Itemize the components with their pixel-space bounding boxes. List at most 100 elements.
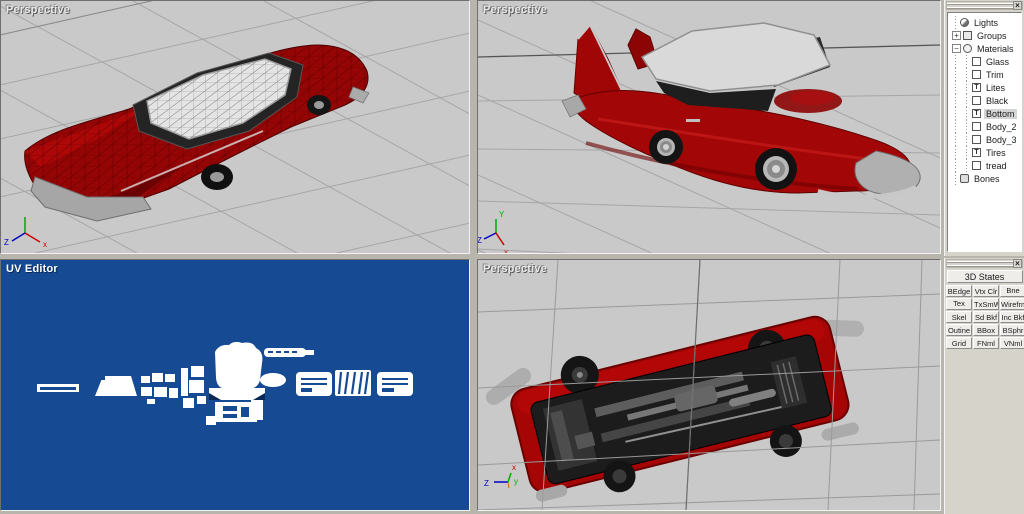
axis-gizmo: Z x xyxy=(4,217,47,249)
tree-guide xyxy=(966,81,967,94)
bones-icon xyxy=(960,174,969,183)
tree-guide xyxy=(966,68,967,81)
bsphr-button[interactable]: BSphr xyxy=(1000,324,1024,336)
close-icon[interactable]: × xyxy=(1013,259,1022,268)
viewport-label: Perspective xyxy=(483,263,547,275)
tree-guide xyxy=(955,120,956,133)
material-icon xyxy=(963,44,972,53)
skel-button[interactable]: Skel xyxy=(946,311,972,323)
viewport-label: Perspective xyxy=(483,4,547,16)
txsmwi-button[interactable]: TxSmWi xyxy=(973,298,999,310)
tree-item-black[interactable]: Black xyxy=(952,94,1021,107)
tree-guide xyxy=(966,94,967,107)
tree-item-label: Bones xyxy=(972,174,1002,184)
bbox-button[interactable]: BBox xyxy=(973,324,999,336)
tree-item-trim[interactable]: Trim xyxy=(952,68,1021,81)
axis-y-label: y xyxy=(514,477,518,486)
car-model-wireframe xyxy=(1,1,469,253)
viewport-perspective-front[interactable]: Y Z x Perspective xyxy=(477,0,941,254)
tree-guide xyxy=(966,133,967,146)
tree-item-label: Lights xyxy=(972,18,1000,28)
tree-item-glass[interactable]: Glass xyxy=(952,55,1021,68)
axis-z-label: Z xyxy=(484,479,489,488)
tree-guide xyxy=(955,68,956,81)
tree-item-label: Black xyxy=(984,96,1010,106)
panel-grip[interactable]: × xyxy=(946,1,1023,10)
states-panel: × 3D States BEdge Vtx Clr Bne Clr Tex Sm… xyxy=(944,258,1024,514)
material-swatch-icon xyxy=(972,70,981,79)
viewport-perspective-bottom[interactable]: x y Z Perspective xyxy=(477,259,941,511)
tree-guide xyxy=(966,159,967,172)
tree-item-tires[interactable]: TTires xyxy=(952,146,1021,159)
viewport-canvas: x y Z xyxy=(478,260,940,510)
states-title-button[interactable]: 3D States xyxy=(947,270,1023,283)
tree-item-label: Bottom xyxy=(984,109,1017,119)
viewport-label: UV Editor xyxy=(6,263,58,275)
scene-tree: Lights +Groups −Materials Glass Trim TLi… xyxy=(947,12,1022,252)
tree-item-label: Body_2 xyxy=(984,122,1019,132)
close-icon[interactable]: × xyxy=(1013,1,1022,10)
bne-clr-button[interactable]: Bne Clr xyxy=(1000,285,1024,297)
tree-item-label: Trim xyxy=(984,70,1006,80)
tree-item-groups[interactable]: +Groups xyxy=(952,29,1021,42)
side-panels: × Lights +Groups − Materials Glass Trim T… xyxy=(944,0,1024,514)
tree-item-lites[interactable]: TLites xyxy=(952,81,1021,94)
wireframe-button[interactable]: Wirefrme xyxy=(1000,298,1024,310)
tex-sm-button[interactable]: Tex Sm xyxy=(946,298,972,310)
outline-button[interactable]: Outine xyxy=(946,324,972,336)
sd-bkf-button[interactable]: Sd Bkf xyxy=(973,311,999,323)
vnml-button[interactable]: VNml xyxy=(1000,337,1024,349)
tree-guide xyxy=(955,133,956,146)
uv-editor-viewport[interactable]: UV Editor xyxy=(0,259,470,511)
axis-x-label: x xyxy=(43,240,47,249)
states-button-grid: BEdge Vtx Clr Bne Clr Tex Sm TxSmWi Wire… xyxy=(945,284,1024,349)
tree-guide xyxy=(966,107,967,120)
expand-icon[interactable]: + xyxy=(952,31,961,40)
tree-guide xyxy=(955,107,956,120)
vtx-clr-button[interactable]: Vtx Clr xyxy=(973,285,999,297)
viewport-canvas: Y Z x xyxy=(478,1,940,253)
tree-item-materials[interactable]: − Materials xyxy=(952,42,1021,55)
tree-item-body-2[interactable]: Body_2 xyxy=(952,120,1021,133)
tree-item-label: tread xyxy=(984,161,1009,171)
car-model-shaded xyxy=(562,23,920,197)
tree-item-tread[interactable]: tread xyxy=(952,159,1021,172)
tree-guide xyxy=(955,16,956,29)
tree-item-label: Glass xyxy=(984,57,1011,67)
tree-guide xyxy=(966,120,967,133)
axis-y-label: Y xyxy=(499,210,505,219)
axis-x-label: x xyxy=(512,463,516,472)
material-swatch-icon: T xyxy=(972,109,981,118)
tree-item-label: Lites xyxy=(984,83,1007,93)
tree-item-label: Materials xyxy=(975,44,1016,54)
bedge-button[interactable]: BEdge xyxy=(946,285,972,297)
viewport-canvas: Z x xyxy=(1,1,469,253)
axis-gizmo: Y Z x xyxy=(478,210,508,253)
fnml-button[interactable]: FNml xyxy=(973,337,999,349)
tree-guide xyxy=(955,94,956,107)
inc-bkf-button[interactable]: Inc Bkf xyxy=(1000,311,1024,323)
material-swatch-icon xyxy=(972,135,981,144)
grid-button[interactable]: Grid xyxy=(946,337,972,349)
material-swatch-icon xyxy=(972,96,981,105)
panel-grip[interactable]: × xyxy=(946,259,1023,268)
tree-guide xyxy=(955,146,956,159)
tree-guide xyxy=(955,159,956,172)
tree-item-label: Body_3 xyxy=(984,135,1019,145)
axis-gizmo: x y Z xyxy=(484,463,518,488)
uv-canvas xyxy=(1,260,469,510)
axis-z-label: Z xyxy=(4,238,9,247)
tree-item-lights[interactable]: Lights xyxy=(952,16,1021,29)
tree-guide xyxy=(955,81,956,94)
material-swatch-icon: T xyxy=(972,83,981,92)
viewport-perspective-rear[interactable]: Z x Perspective xyxy=(0,0,470,254)
tree-item-bottom[interactable]: TBottom xyxy=(952,107,1021,120)
tree-item-body-3[interactable]: Body_3 xyxy=(952,133,1021,146)
material-swatch-icon xyxy=(972,57,981,66)
material-swatch-icon: T xyxy=(972,148,981,157)
axis-x-label: x xyxy=(504,248,508,253)
tree-item-label: Tires xyxy=(984,148,1008,158)
tree-item-bones[interactable]: Bones xyxy=(952,172,1021,185)
collapse-icon[interactable]: − xyxy=(952,44,961,53)
tree-guide xyxy=(966,55,967,68)
